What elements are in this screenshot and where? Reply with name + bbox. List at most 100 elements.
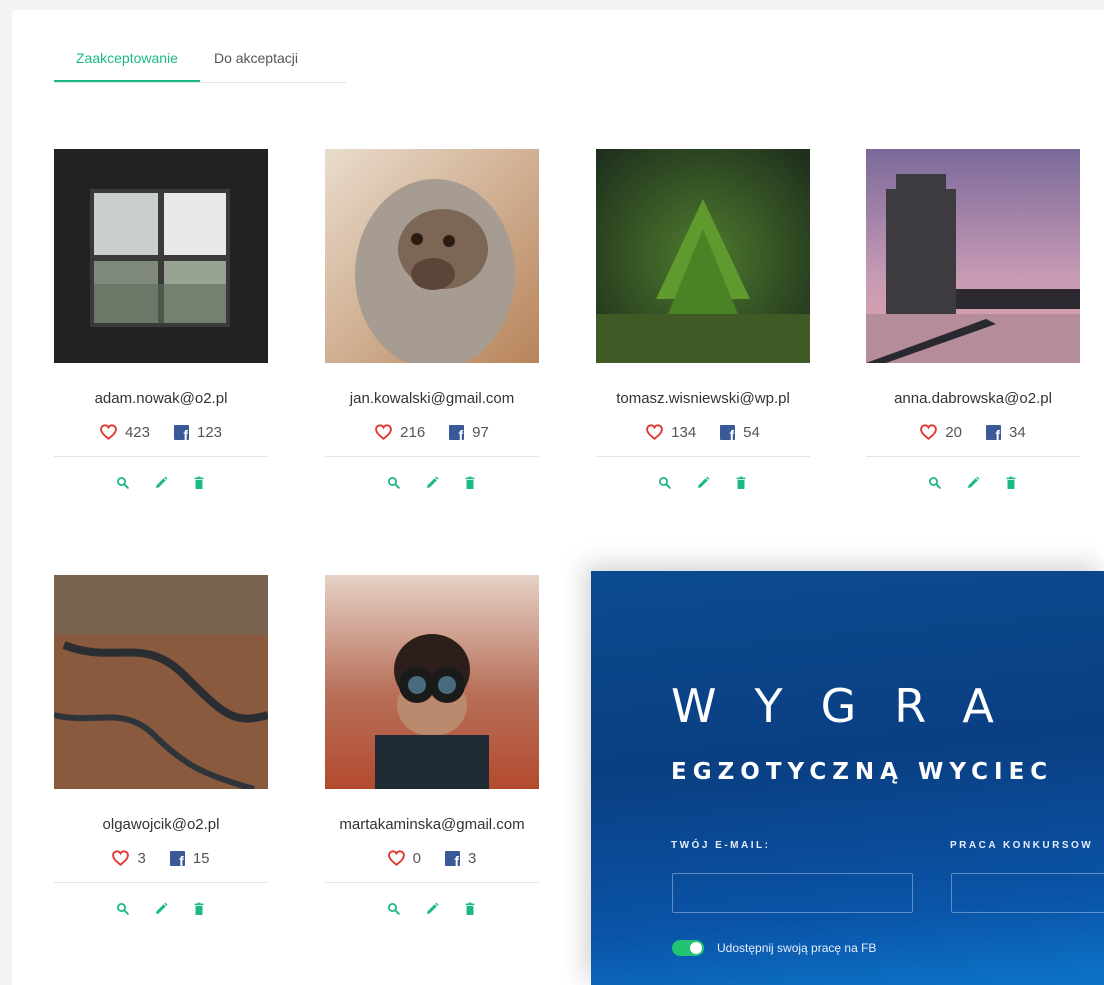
author-email: anna.dabrowska@o2.pl bbox=[894, 390, 1052, 407]
email-label: TWÓJ E-MAIL: bbox=[671, 840, 771, 851]
card-actions bbox=[54, 475, 268, 491]
facebook-icon bbox=[449, 424, 465, 443]
fb-count: 54 bbox=[743, 423, 760, 441]
fb-stat: 54 bbox=[720, 423, 760, 443]
plant-photo[interactable] bbox=[596, 149, 810, 363]
card-actions bbox=[325, 901, 539, 917]
card-actions bbox=[325, 475, 539, 491]
entry-card: jan.kowalski@gmail.com 216 97 bbox=[325, 149, 539, 491]
fb-count: 97 bbox=[472, 423, 489, 441]
search-icon[interactable] bbox=[115, 901, 131, 917]
pencil-icon[interactable] bbox=[153, 901, 169, 917]
pencil-icon[interactable] bbox=[965, 475, 981, 491]
card-stats: 423 123 bbox=[54, 422, 268, 443]
tab-zaakceptowanie[interactable]: Zaakceptowanie bbox=[54, 46, 200, 82]
entry-card: martakaminska@gmail.com 0 3 bbox=[325, 575, 539, 917]
likes-count: 216 bbox=[400, 423, 426, 441]
card-actions bbox=[596, 475, 810, 491]
entry-card: tomasz.wisniewski@wp.pl 134 54 bbox=[596, 149, 810, 491]
likes-stat: 216 bbox=[375, 424, 425, 441]
pencil-icon[interactable] bbox=[424, 475, 440, 491]
likes-stat: 423 bbox=[100, 424, 150, 441]
fb-stat: 34 bbox=[986, 423, 1026, 443]
trash-icon[interactable] bbox=[462, 475, 478, 491]
likes-count: 3 bbox=[137, 849, 146, 867]
heart-icon[interactable] bbox=[388, 850, 405, 866]
fb-stat: 3 bbox=[445, 849, 477, 869]
card-divider bbox=[596, 456, 810, 457]
facebook-icon bbox=[174, 424, 189, 443]
card-actions bbox=[54, 901, 268, 917]
card-divider bbox=[54, 456, 268, 457]
author-email: adam.nowak@o2.pl bbox=[94, 390, 228, 407]
search-icon[interactable] bbox=[657, 475, 673, 491]
share-toggle[interactable] bbox=[672, 940, 704, 956]
fb-count: 123 bbox=[197, 423, 223, 441]
heart-icon[interactable] bbox=[375, 424, 392, 440]
heart-icon[interactable] bbox=[100, 424, 117, 440]
share-toggle-label: Udostępnij swoją pracę na FB bbox=[717, 941, 877, 955]
search-icon[interactable] bbox=[927, 475, 943, 491]
card-stats: 0 3 bbox=[325, 848, 539, 869]
facebook-icon bbox=[169, 850, 185, 869]
likes-stat: 20 bbox=[920, 424, 962, 441]
contest-promo-panel: WYGRA EGZOTYCZNĄ WYCIEC TWÓJ E-MAIL: PRA… bbox=[591, 571, 1104, 985]
monkey-photo[interactable] bbox=[325, 149, 539, 363]
trash-icon[interactable] bbox=[462, 901, 478, 917]
fb-count: 3 bbox=[468, 849, 477, 867]
author-email: martakaminska@gmail.com bbox=[339, 816, 525, 833]
likes-stat: 134 bbox=[646, 424, 696, 441]
fb-count: 15 bbox=[192, 849, 210, 867]
tab-bar: Zaakceptowanie Do akceptacji bbox=[54, 46, 346, 83]
heart-icon[interactable] bbox=[920, 424, 937, 440]
binoculars-photo[interactable] bbox=[325, 575, 539, 789]
facebook-icon bbox=[445, 850, 460, 869]
likes-count: 134 bbox=[671, 423, 697, 441]
card-actions bbox=[866, 475, 1080, 491]
promo-headline: WYGRA bbox=[671, 679, 1032, 733]
likes-count: 20 bbox=[945, 423, 962, 441]
heart-icon[interactable] bbox=[646, 424, 663, 440]
fb-stat: 123 bbox=[174, 423, 223, 443]
fb-stat: 97 bbox=[449, 423, 489, 443]
search-icon[interactable] bbox=[386, 475, 402, 491]
fb-count: 34 bbox=[1009, 423, 1026, 441]
card-divider bbox=[866, 456, 1080, 457]
card-stats: 3 15 bbox=[54, 848, 268, 869]
heart-icon[interactable] bbox=[112, 850, 129, 866]
likes-stat: 0 bbox=[388, 850, 421, 867]
card-stats: 216 97 bbox=[325, 422, 539, 443]
likes-stat: 3 bbox=[112, 849, 146, 867]
pencil-icon[interactable] bbox=[424, 901, 440, 917]
promo-subheadline: EGZOTYCZNĄ WYCIEC bbox=[671, 759, 1054, 785]
entry-card: olgawojcik@o2.pl 3 15 bbox=[54, 575, 268, 917]
search-icon[interactable] bbox=[386, 901, 402, 917]
card-divider bbox=[325, 456, 539, 457]
pencil-icon[interactable] bbox=[695, 475, 711, 491]
email-input[interactable] bbox=[672, 873, 913, 913]
search-icon[interactable] bbox=[115, 475, 131, 491]
entry-card: anna.dabrowska@o2.pl 20 34 bbox=[866, 149, 1080, 491]
trash-icon[interactable] bbox=[191, 901, 207, 917]
likes-count: 0 bbox=[412, 849, 421, 867]
card-stats: 20 34 bbox=[866, 422, 1080, 443]
card-divider bbox=[325, 882, 539, 883]
canyon-photo[interactable] bbox=[54, 575, 268, 789]
tab-do-akceptacji[interactable]: Do akceptacji bbox=[200, 46, 312, 82]
work-input[interactable] bbox=[951, 873, 1104, 913]
likes-count: 423 bbox=[124, 423, 150, 441]
entry-card: adam.nowak@o2.pl 423 123 bbox=[54, 149, 268, 491]
author-email: tomasz.wisniewski@wp.pl bbox=[616, 390, 790, 407]
author-email: olgawojcik@o2.pl bbox=[102, 816, 220, 833]
card-divider bbox=[54, 882, 268, 883]
fb-stat: 15 bbox=[169, 849, 210, 869]
facebook-icon bbox=[720, 424, 736, 443]
trash-icon[interactable] bbox=[191, 475, 207, 491]
tower-photo[interactable] bbox=[866, 149, 1080, 363]
facebook-icon bbox=[986, 424, 1001, 443]
trash-icon[interactable] bbox=[1003, 475, 1019, 491]
window-photo[interactable] bbox=[54, 149, 268, 363]
trash-icon[interactable] bbox=[733, 475, 749, 491]
card-stats: 134 54 bbox=[596, 422, 810, 443]
pencil-icon[interactable] bbox=[153, 475, 169, 491]
